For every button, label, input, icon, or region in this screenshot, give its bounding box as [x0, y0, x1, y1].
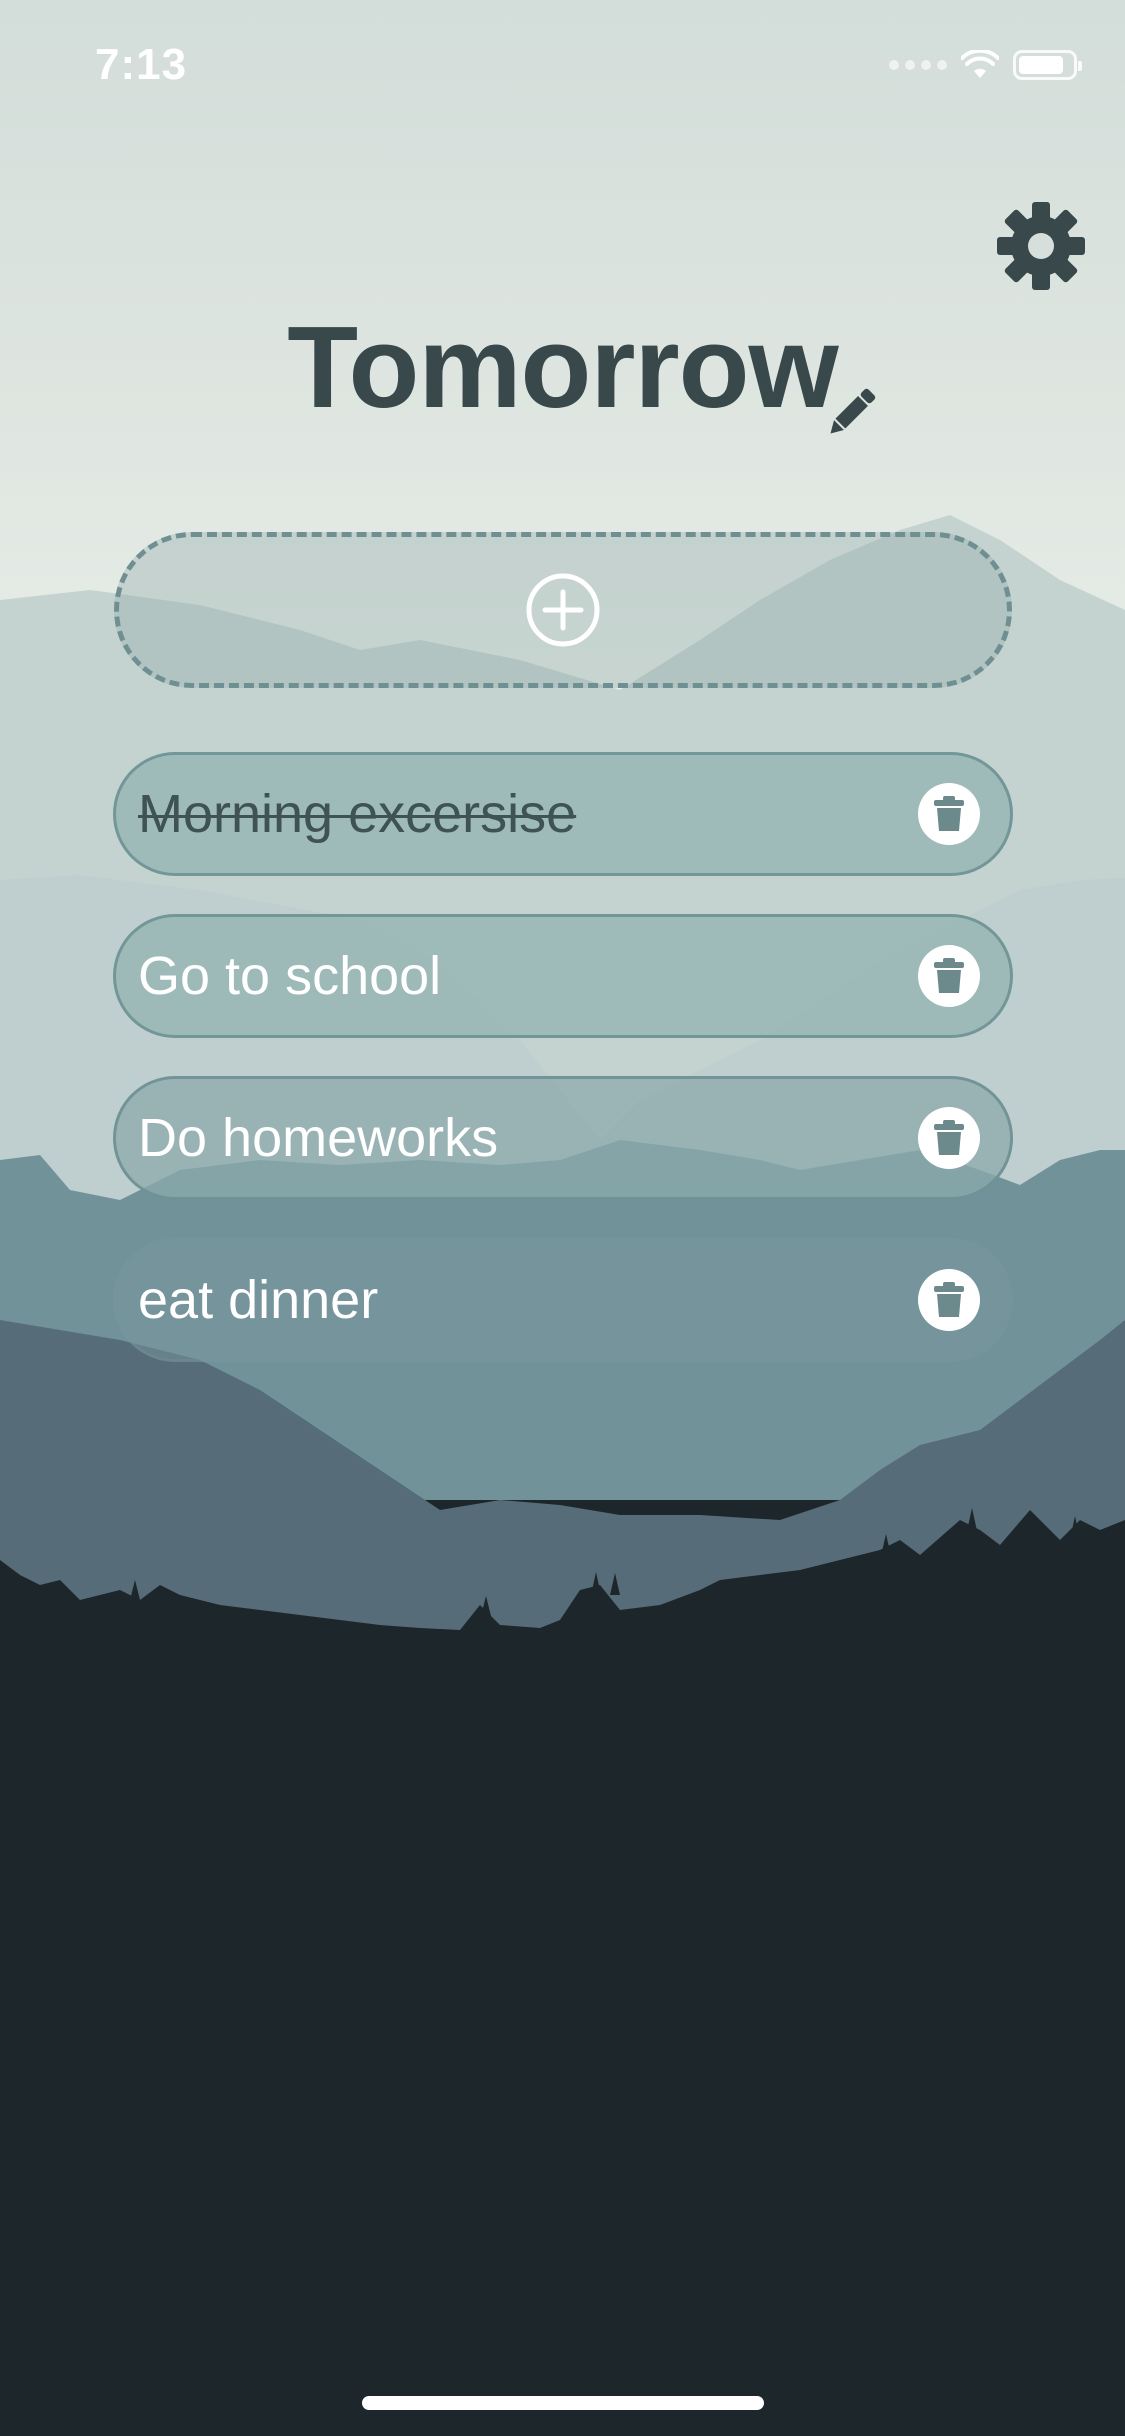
add-task-button[interactable] — [114, 532, 1012, 688]
delete-task-button[interactable] — [918, 945, 980, 1007]
task-label: Do homeworks — [138, 1108, 499, 1168]
task-label: eat dinner — [138, 1270, 379, 1330]
trash-icon — [934, 1120, 964, 1155]
settings-button[interactable] — [995, 200, 1087, 292]
wifi-icon — [961, 50, 999, 78]
task-item[interactable]: Go to school — [113, 914, 1013, 1038]
delete-task-button[interactable] — [918, 1107, 980, 1169]
task-label: Morning excersise — [138, 784, 577, 844]
task-item[interactable]: Morning excersise — [113, 752, 1013, 876]
home-indicator[interactable] — [362, 2396, 764, 2410]
task-item[interactable]: eat dinner — [113, 1238, 1013, 1362]
battery-icon — [1013, 50, 1082, 80]
delete-task-button[interactable] — [918, 783, 980, 845]
task-item[interactable]: Do homeworks — [113, 1076, 1013, 1200]
gear-icon — [997, 202, 1085, 290]
status-icons — [889, 50, 1082, 80]
plus-circle-icon — [526, 573, 600, 647]
edit-title-button[interactable] — [820, 382, 882, 444]
page-title-text: Tomorrow — [287, 302, 838, 432]
trash-icon — [934, 958, 964, 993]
trash-icon — [934, 1282, 964, 1317]
trash-icon — [934, 796, 964, 831]
task-label: Go to school — [138, 946, 442, 1006]
page-title: Tomorrow — [0, 300, 1125, 434]
pencil-icon — [830, 388, 876, 434]
status-time: 7:13 — [95, 40, 188, 89]
cellular-signal-icon — [889, 60, 947, 70]
delete-task-button[interactable] — [918, 1269, 980, 1331]
battery-level — [1019, 56, 1064, 74]
